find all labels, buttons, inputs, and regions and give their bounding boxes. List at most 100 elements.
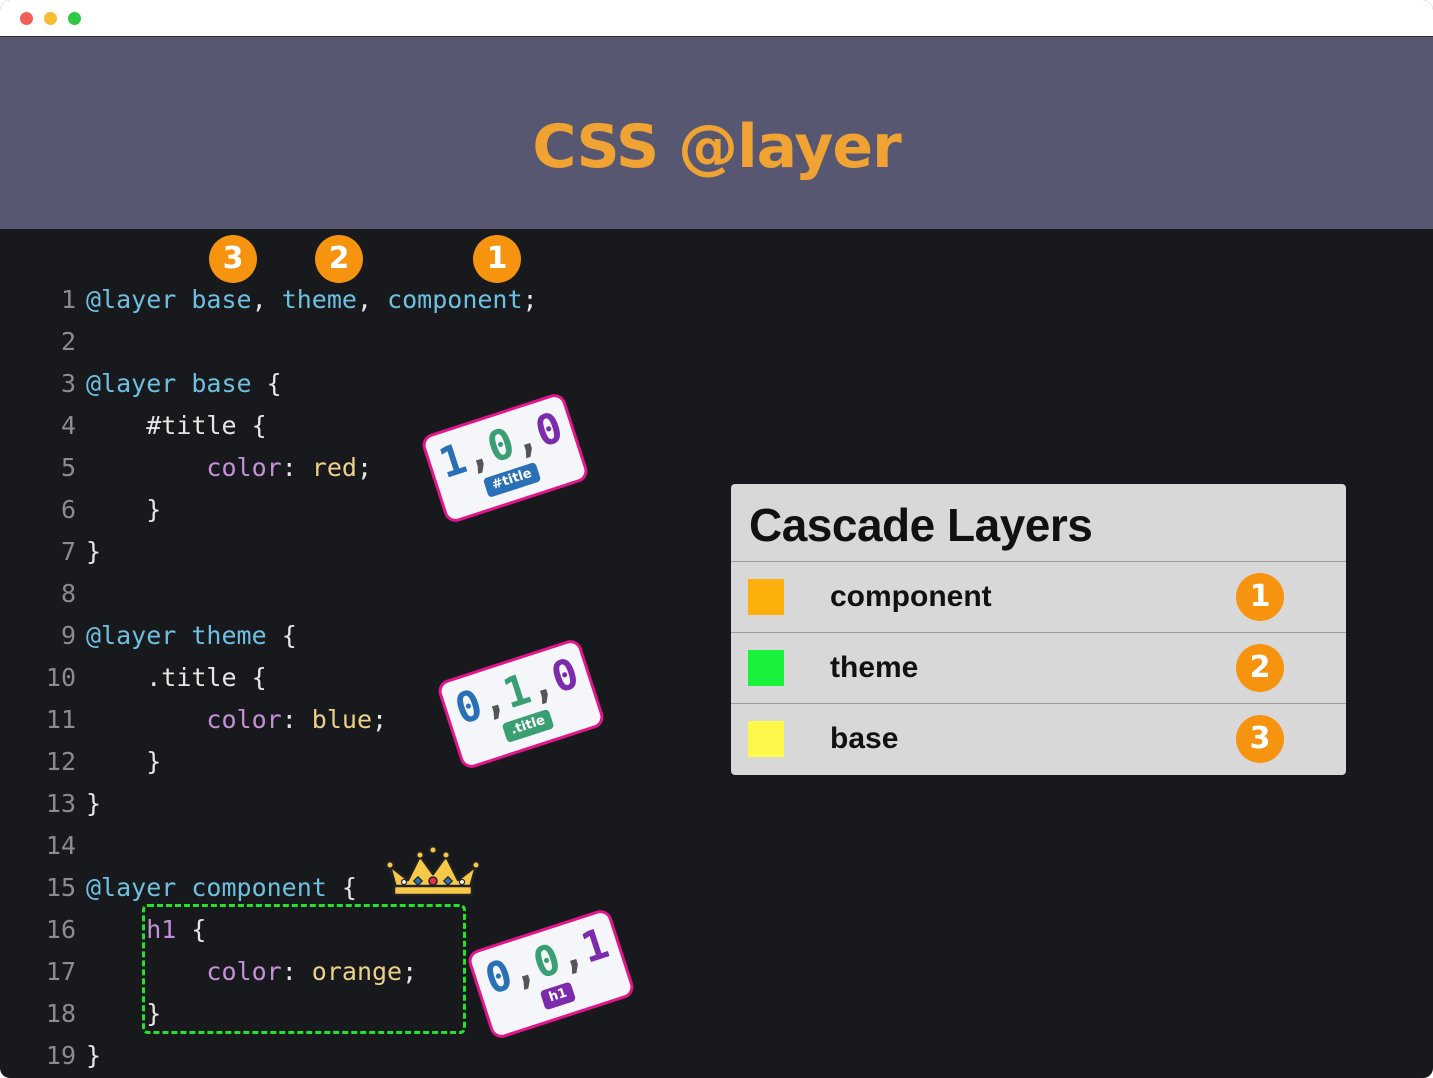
code-token: @layer bbox=[86, 369, 177, 398]
code-text: @layer component { bbox=[86, 867, 357, 909]
layer-color-swatch bbox=[748, 579, 784, 615]
code-line: 2 bbox=[0, 321, 720, 363]
line-number: 2 bbox=[60, 327, 76, 356]
line-number: 15 bbox=[45, 873, 76, 902]
code-token: , bbox=[356, 285, 388, 314]
code-token: } bbox=[86, 537, 102, 566]
line-number: 9 bbox=[60, 621, 76, 650]
code-token: { bbox=[236, 411, 267, 440]
layer-name: base bbox=[830, 722, 899, 755]
code-text: .title { bbox=[86, 657, 267, 699]
layer-color-swatch bbox=[748, 721, 784, 757]
code-line: 11 color: blue; bbox=[0, 699, 720, 741]
code-line: 1 @layer base, theme, component; bbox=[0, 279, 720, 321]
code-token: component bbox=[387, 285, 523, 314]
code-line: 9 @layer theme { bbox=[0, 615, 720, 657]
code-token: } bbox=[86, 789, 102, 818]
layer-row-base: base 3 bbox=[731, 703, 1346, 774]
code-token: color bbox=[206, 453, 282, 482]
panel-title: Cascade Layers bbox=[749, 499, 1093, 551]
code-token: base bbox=[191, 285, 252, 314]
app-window: CSS @layer 1 @layer base, theme, componen… bbox=[0, 0, 1433, 1078]
code-token: { bbox=[251, 369, 282, 398]
code-text: #title { bbox=[86, 405, 267, 447]
code-token: theme bbox=[281, 285, 357, 314]
code-token: @layer bbox=[86, 873, 177, 902]
line-number: 6 bbox=[60, 495, 76, 524]
code-text: } bbox=[86, 741, 161, 783]
code-token: .title bbox=[146, 663, 237, 692]
code-text: } bbox=[86, 489, 161, 531]
code-line: 14 bbox=[0, 825, 720, 867]
close-button[interactable] bbox=[20, 12, 33, 25]
code-token: color bbox=[206, 705, 282, 734]
code-token: blue bbox=[311, 705, 373, 734]
layer-name: theme bbox=[830, 651, 919, 684]
code-text: } bbox=[86, 531, 101, 573]
line-number: 7 bbox=[60, 537, 76, 566]
code-text: @layer base, theme, component; bbox=[86, 279, 538, 321]
order-badge-component: 1 bbox=[473, 235, 521, 283]
minimize-button[interactable] bbox=[44, 12, 57, 25]
page-title: CSS @layer bbox=[532, 112, 901, 182]
code-token: : bbox=[281, 705, 312, 734]
code-line: 7} bbox=[0, 531, 720, 573]
code-token: ; bbox=[356, 453, 373, 482]
code-line: 13} bbox=[0, 783, 720, 825]
code-text: @layer base { bbox=[86, 363, 282, 405]
code-line: 3 @layer base { bbox=[0, 363, 720, 405]
order-badge-base: 3 bbox=[209, 235, 257, 283]
line-number: 18 bbox=[45, 999, 76, 1028]
code-token: } bbox=[86, 747, 162, 776]
cascade-layers-panel: Cascade Layers component 1 theme 2 base … bbox=[731, 484, 1346, 775]
line-number: 10 bbox=[45, 663, 76, 692]
layer-row-theme: theme 2 bbox=[731, 632, 1346, 703]
code-token: #title bbox=[146, 411, 237, 440]
line-number: 16 bbox=[45, 915, 76, 944]
maximize-button[interactable] bbox=[68, 12, 81, 25]
code-line: 12 } bbox=[0, 741, 720, 783]
code-token: ; bbox=[372, 705, 388, 734]
code-token: } bbox=[86, 1041, 102, 1070]
code-token: , bbox=[251, 285, 282, 314]
line-number: 4 bbox=[60, 411, 76, 440]
code-token: { bbox=[236, 663, 267, 692]
line-number: 14 bbox=[45, 831, 76, 860]
code-text: color: red; bbox=[86, 447, 372, 489]
layer-rank-badge: 2 bbox=[1236, 644, 1284, 692]
code-line: 10 .title { bbox=[0, 657, 720, 699]
layer-rank-badge: 1 bbox=[1236, 573, 1284, 621]
layer-name: component bbox=[830, 580, 992, 613]
line-number: 1 bbox=[60, 285, 76, 314]
banner: CSS @layer bbox=[0, 37, 1433, 229]
code-text: } bbox=[86, 783, 101, 825]
line-number: 17 bbox=[45, 957, 76, 986]
line-number: 11 bbox=[45, 705, 76, 734]
title-bar bbox=[0, 0, 1433, 37]
code-token: base bbox=[191, 369, 252, 398]
code-line: 4 #title { bbox=[0, 405, 720, 447]
code-token: ; bbox=[522, 285, 538, 314]
line-number: 12 bbox=[45, 747, 76, 776]
code-token: red bbox=[311, 453, 357, 482]
layer-rank-badge: 3 bbox=[1236, 715, 1284, 763]
code-token: { bbox=[326, 873, 357, 902]
line-number: 3 bbox=[60, 369, 76, 398]
line-number: 19 bbox=[45, 1041, 76, 1070]
winning-rule-highlight bbox=[142, 904, 466, 1034]
code-line: 19} bbox=[0, 1035, 720, 1077]
code-token: component bbox=[191, 873, 327, 902]
layer-color-swatch bbox=[748, 650, 784, 686]
code-text: color: blue; bbox=[86, 699, 387, 741]
line-number: 5 bbox=[60, 453, 76, 482]
line-number: 8 bbox=[60, 579, 76, 608]
